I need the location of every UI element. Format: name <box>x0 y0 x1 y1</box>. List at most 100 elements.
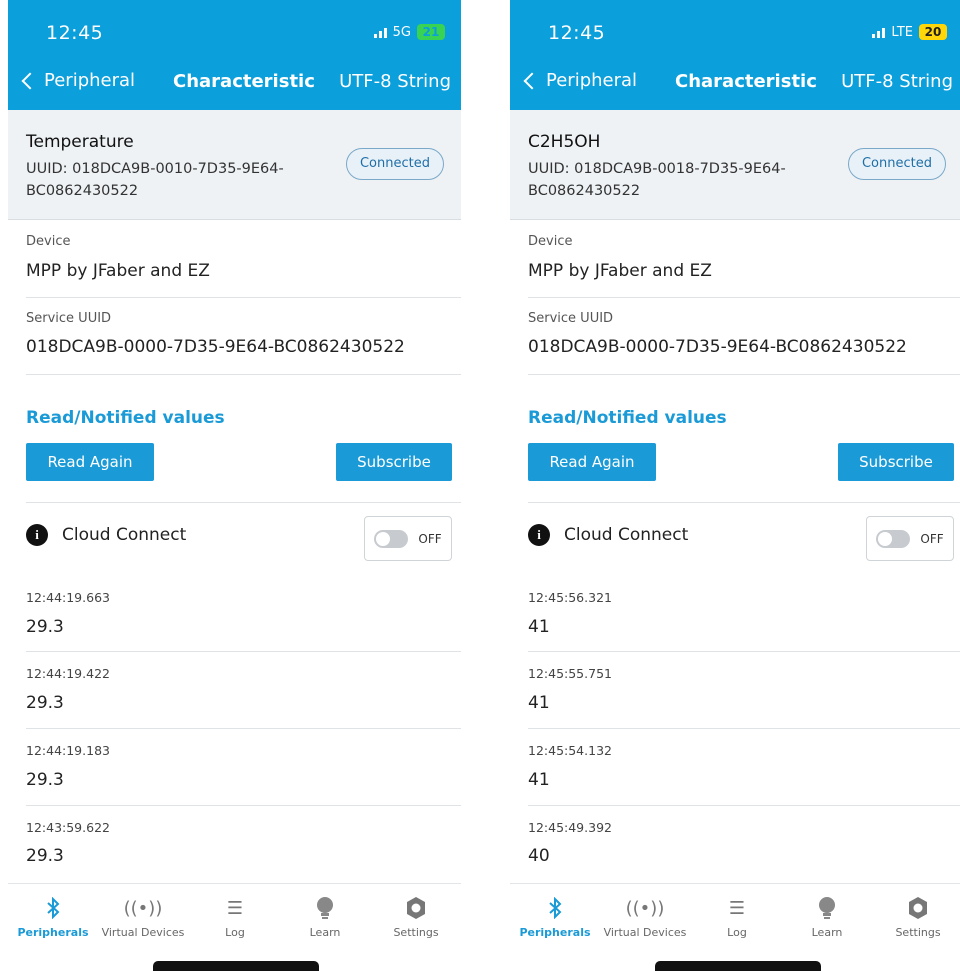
toggle-switch <box>374 529 409 548</box>
divider <box>26 297 461 298</box>
back-button[interactable]: Peripheral <box>520 70 637 91</box>
service-uuid-label: Service UUID <box>528 311 614 326</box>
value-timestamp: 12:45:49.392 <box>528 820 612 835</box>
value-reading: 29.3 <box>26 846 64 866</box>
gear-icon <box>873 896 960 920</box>
divider <box>528 805 960 806</box>
divider <box>26 728 461 729</box>
network-type: LTE <box>891 24 913 40</box>
device-value: MPP by JFaber and EZ <box>528 261 712 281</box>
status-indicators: 5G 21 <box>373 24 445 40</box>
value-timestamp: 12:43:59.622 <box>26 820 110 835</box>
characteristic-name: Temperature <box>26 132 134 152</box>
divider <box>26 805 461 806</box>
value-timestamp: 12:45:55.751 <box>528 666 612 681</box>
tab-peripherals[interactable]: Peripherals <box>510 884 600 946</box>
tab-log[interactable]: ☰ Log <box>190 884 280 946</box>
toggle-state: OFF <box>920 531 944 546</box>
tab-virtual-devices[interactable]: ((•)) Virtual Devices <box>600 884 690 946</box>
value-timestamp: 12:45:56.321 <box>528 590 612 605</box>
divider <box>26 651 461 652</box>
cloud-connect-label: Cloud Connect <box>62 525 187 545</box>
back-label: Peripheral <box>546 70 638 91</box>
value-reading: 29.3 <box>26 693 64 713</box>
tab-learn[interactable]: Learn <box>280 884 370 946</box>
value-reading: 41 <box>528 617 550 637</box>
network-type: 5G <box>392 24 411 40</box>
value-reading: 41 <box>528 693 550 713</box>
tab-label: Learn <box>811 926 843 939</box>
value-timestamp: 12:44:19.183 <box>26 743 110 758</box>
value-reading: 29.3 <box>26 617 64 637</box>
status-indicators: LTE 20 <box>872 24 947 40</box>
status-time: 12:45 <box>46 22 104 44</box>
characteristic-uuid: UUID: 018DCA9B-0018-7D35-9E64-BC08624305… <box>528 161 786 199</box>
device-value: MPP by JFaber and EZ <box>26 261 210 281</box>
subscribe-button[interactable]: Subscribe <box>838 443 954 481</box>
broadcast-icon: ((•)) <box>625 897 665 919</box>
service-uuid-value: 018DCA9B-0000-7D35-9E64-BC0862430522 <box>528 337 907 357</box>
divider <box>528 374 960 375</box>
tab-label: Settings <box>895 926 941 939</box>
read-again-button[interactable]: Read Again <box>26 443 154 481</box>
characteristic-header: Temperature UUID: 018DCA9B-0010-7D35-9E6… <box>8 110 461 220</box>
read-again-button[interactable]: Read Again <box>528 443 656 481</box>
device-label: Device <box>26 234 71 249</box>
list-icon: ☰ <box>226 897 244 919</box>
characteristic-name: C2H5OH <box>528 132 601 152</box>
tab-label: Log <box>727 926 747 939</box>
tab-settings[interactable]: Settings <box>873 884 960 946</box>
signal-icon <box>373 27 387 38</box>
phone-screen-left: 12:45 5G 21 Peripheral Characteristic UT… <box>8 0 461 971</box>
divider <box>26 502 461 503</box>
cloud-connect-toggle[interactable]: OFF <box>364 516 452 561</box>
tab-label: Virtual Devices <box>603 926 687 939</box>
info-icon[interactable]: i <box>26 524 48 546</box>
cloud-connect-label: Cloud Connect <box>564 525 689 545</box>
read-notified-title: Read/Notified values <box>26 408 225 428</box>
toggle-state: OFF <box>418 531 442 546</box>
cloud-connect-row: i Cloud Connect <box>528 524 688 546</box>
tab-label: Peripherals <box>17 926 89 939</box>
phone-screen-right: 12:45 LTE 20 Peripheral Characteristic U… <box>510 0 960 971</box>
value-reading: 41 <box>528 770 550 790</box>
divider <box>26 374 461 375</box>
tab-bar: Peripherals ((•)) Virtual Devices ☰ Log … <box>8 883 461 945</box>
tab-learn[interactable]: Learn <box>782 884 872 946</box>
connection-status-badge: Connected <box>848 148 946 180</box>
lightbulb-icon <box>782 896 872 920</box>
service-uuid-label: Service UUID <box>26 311 112 326</box>
bluetooth-icon <box>8 896 98 920</box>
home-indicator <box>153 961 319 971</box>
format-selector[interactable]: UTF-8 String <box>339 71 451 92</box>
service-uuid-value: 018DCA9B-0000-7D35-9E64-BC0862430522 <box>26 337 405 357</box>
connection-status-badge: Connected <box>346 148 444 180</box>
divider <box>528 297 960 298</box>
gear-icon <box>371 896 461 920</box>
tab-label: Log <box>225 926 245 939</box>
info-icon[interactable]: i <box>528 524 550 546</box>
read-notified-title: Read/Notified values <box>528 408 727 428</box>
toggle-switch <box>876 529 911 548</box>
tab-log[interactable]: ☰ Log <box>692 884 782 946</box>
chevron-left-icon <box>523 72 541 89</box>
battery-icon: 21 <box>417 24 445 40</box>
tab-settings[interactable]: Settings <box>371 884 461 946</box>
cloud-connect-toggle[interactable]: OFF <box>866 516 954 561</box>
tab-virtual-devices[interactable]: ((•)) Virtual Devices <box>98 884 188 946</box>
lightbulb-icon <box>280 896 370 920</box>
top-bar: 12:45 5G 21 Peripheral Characteristic UT… <box>8 0 461 110</box>
divider <box>528 502 960 503</box>
value-timestamp: 12:45:54.132 <box>528 743 612 758</box>
format-selector[interactable]: UTF-8 String <box>841 71 953 92</box>
tab-peripherals[interactable]: Peripherals <box>8 884 98 946</box>
page-title: Characteristic <box>173 71 315 92</box>
broadcast-icon: ((•)) <box>123 897 163 919</box>
value-timestamp: 12:44:19.422 <box>26 666 110 681</box>
characteristic-header: C2H5OH UUID: 018DCA9B-0018-7D35-9E64-BC0… <box>510 110 960 220</box>
tab-bar: Peripherals ((•)) Virtual Devices ☰ Log … <box>510 883 960 945</box>
subscribe-button[interactable]: Subscribe <box>336 443 452 481</box>
cloud-connect-row: i Cloud Connect <box>26 524 186 546</box>
back-button[interactable]: Peripheral <box>18 70 135 91</box>
bluetooth-icon <box>510 896 600 920</box>
